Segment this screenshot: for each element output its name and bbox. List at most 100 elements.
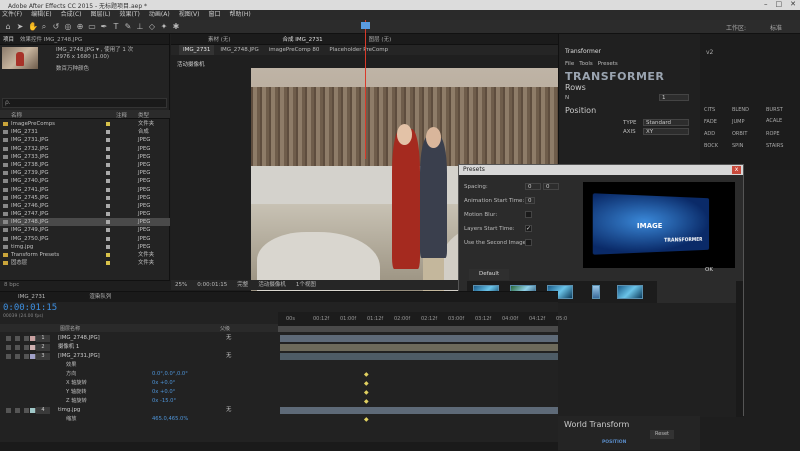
project-file-row[interactable]: IMG_2741.JPG JPEG: [0, 186, 170, 194]
type-select[interactable]: Standard: [643, 119, 689, 126]
tab-effect-controls[interactable]: 效果控件 IMG_2748.JPG: [20, 35, 82, 43]
project-file-row[interactable]: IMG_2731.JPG JPEG: [0, 136, 170, 144]
presets-scrollbar[interactable]: [736, 281, 743, 417]
label-swatch[interactable]: [106, 179, 110, 184]
camera-tool-icon[interactable]: ◎: [64, 22, 72, 31]
project-file-row[interactable]: IMG_2731 合成: [0, 128, 170, 136]
project-file-row[interactable]: IMG_2746.JPG JPEG: [0, 202, 170, 210]
timecode-display[interactable]: 0:00:01:15: [3, 303, 57, 313]
tab-timeline-comp[interactable]: IMG_2731: [18, 292, 45, 302]
solo-icon[interactable]: [24, 408, 29, 413]
pen-tool-icon[interactable]: ✒: [100, 22, 108, 31]
subtab-img2748[interactable]: IMG_2748.JPG: [216, 45, 262, 55]
effect-orbit[interactable]: ORBIT: [732, 131, 747, 137]
menu-layer[interactable]: 图层(L): [91, 10, 111, 20]
hand-tool-icon[interactable]: ✋: [28, 22, 38, 31]
project-file-row[interactable]: 固态层 文件夹: [0, 259, 170, 267]
label-swatch[interactable]: [106, 244, 110, 249]
axis-select[interactable]: XY: [643, 128, 689, 135]
timeline-layer-row[interactable]: 2 摄像机 1: [0, 343, 278, 352]
effect-add[interactable]: ADD: [704, 131, 715, 137]
layer-name[interactable]: timg.jpg: [58, 406, 80, 415]
parent-select[interactable]: 无: [226, 352, 231, 361]
motion-blur-checkbox[interactable]: [525, 211, 532, 218]
project-file-row[interactable]: IMG_2739.JPG JPEG: [0, 169, 170, 177]
type-tool-icon[interactable]: T: [112, 22, 120, 31]
project-file-row[interactable]: IMG_2745.JPG JPEG: [0, 194, 170, 202]
use-second-checkbox[interactable]: [525, 239, 532, 246]
layer-duration-bar[interactable]: [280, 335, 558, 342]
keyframe-icon[interactable]: ◆: [364, 390, 369, 396]
selection-tool-icon[interactable]: ➤: [16, 22, 24, 31]
parent-select[interactable]: 无: [226, 406, 231, 415]
playhead-handle[interactable]: [361, 22, 370, 29]
layer-name[interactable]: [IMG_2731.JPG]: [58, 352, 100, 361]
ok-button[interactable]: OK: [705, 267, 713, 273]
property-value[interactable]: 465.0,465.0%: [152, 415, 188, 424]
home-icon[interactable]: ⌂: [4, 22, 12, 31]
label-swatch[interactable]: [106, 220, 110, 225]
effect-rope[interactable]: ROPE: [766, 131, 780, 137]
transformer-menu-file[interactable]: File: [565, 61, 574, 67]
spacing-x-field[interactable]: 0: [525, 183, 541, 190]
rotate-tool-icon[interactable]: ↺: [52, 22, 60, 31]
time-ruler[interactable]: 00s 00:12f 01:00f 01:12f 02:00f 02:12f 03:00f 0…: [278, 312, 567, 326]
effect-burst[interactable]: BURST: [766, 107, 783, 113]
bit-depth-button[interactable]: 8 bpc: [4, 282, 19, 288]
rectangle-tool-icon[interactable]: ▭: [88, 22, 96, 31]
label-swatch[interactable]: [106, 261, 110, 266]
layer-duration-bar[interactable]: [280, 407, 558, 414]
reset-button[interactable]: Reset: [650, 430, 674, 439]
audio-icon[interactable]: [15, 336, 20, 341]
stamp-tool-icon[interactable]: ⊥: [136, 22, 144, 31]
label-swatch[interactable]: [106, 130, 110, 135]
tab-project[interactable]: 项目: [3, 35, 14, 43]
timeline-layer-row[interactable]: 1 [IMG_2748.JPG] 无: [0, 334, 278, 343]
label-swatch[interactable]: [106, 253, 110, 257]
eye-icon[interactable]: [6, 336, 11, 341]
project-file-row[interactable]: timg.jpg JPEG: [0, 243, 170, 251]
pan-behind-tool-icon[interactable]: ⊕: [76, 22, 84, 31]
project-file-row[interactable]: IMG_2740.JPG JPEG: [0, 177, 170, 185]
current-time[interactable]: 0:00:01:15: [197, 280, 227, 290]
resolution-select[interactable]: 完整: [237, 280, 248, 290]
tab-layer[interactable]: 图层 (无): [369, 35, 392, 43]
solo-icon[interactable]: [24, 345, 29, 350]
camera-select[interactable]: 活动摄像机: [258, 280, 286, 290]
project-file-row[interactable]: IMG_2749.JPG JPEG: [0, 226, 170, 234]
project-file-row[interactable]: ImagePreComps 文件夹: [0, 120, 170, 128]
menu-help[interactable]: 帮助(H): [230, 10, 251, 20]
effect-acale[interactable]: ACALE: [766, 118, 782, 124]
col-name[interactable]: 名称: [11, 111, 22, 119]
keyframe-icon[interactable]: ◆: [364, 381, 369, 387]
subtab-img2731[interactable]: IMG_2731: [179, 45, 215, 55]
property-value[interactable]: 0x -15.0°: [152, 397, 176, 406]
preset-thumbnail[interactable]: [617, 285, 643, 299]
keyframe-icon[interactable]: ◆: [364, 372, 369, 378]
roto-tool-icon[interactable]: ✦: [160, 22, 168, 31]
project-file-row[interactable]: IMG_2732.JPG JPEG: [0, 145, 170, 153]
solo-icon[interactable]: [24, 354, 29, 359]
project-file-row[interactable]: IMG_2747.JPG JPEG: [0, 210, 170, 218]
label-swatch[interactable]: [106, 122, 110, 126]
eye-icon[interactable]: [6, 408, 11, 413]
layer-duration-bar[interactable]: [280, 353, 558, 360]
subtab-imageprecomp[interactable]: imagePreComp 80: [265, 45, 324, 55]
close-icon[interactable]: ✕: [790, 0, 796, 8]
label-swatch[interactable]: [106, 203, 110, 208]
property-value[interactable]: 0x +0.0°: [152, 379, 175, 388]
spacing-y-field[interactable]: 0: [543, 183, 559, 190]
label-swatch[interactable]: [106, 171, 110, 176]
audio-icon[interactable]: [15, 354, 20, 359]
audio-icon[interactable]: [15, 345, 20, 350]
eye-icon[interactable]: [6, 354, 11, 359]
label-swatch[interactable]: [106, 228, 110, 233]
menu-window[interactable]: 窗口: [208, 10, 220, 20]
eraser-tool-icon[interactable]: ◇: [148, 22, 156, 31]
project-file-row[interactable]: IMG_2738.JPG JPEG: [0, 161, 170, 169]
project-file-row[interactable]: IMG_2748.JPG JPEG: [0, 218, 170, 227]
layer-duration-bar[interactable]: [280, 344, 558, 351]
col-label[interactable]: 注释: [116, 111, 127, 119]
layers-start-checkbox[interactable]: ✓: [525, 225, 532, 232]
parent-select[interactable]: 无: [226, 334, 231, 343]
